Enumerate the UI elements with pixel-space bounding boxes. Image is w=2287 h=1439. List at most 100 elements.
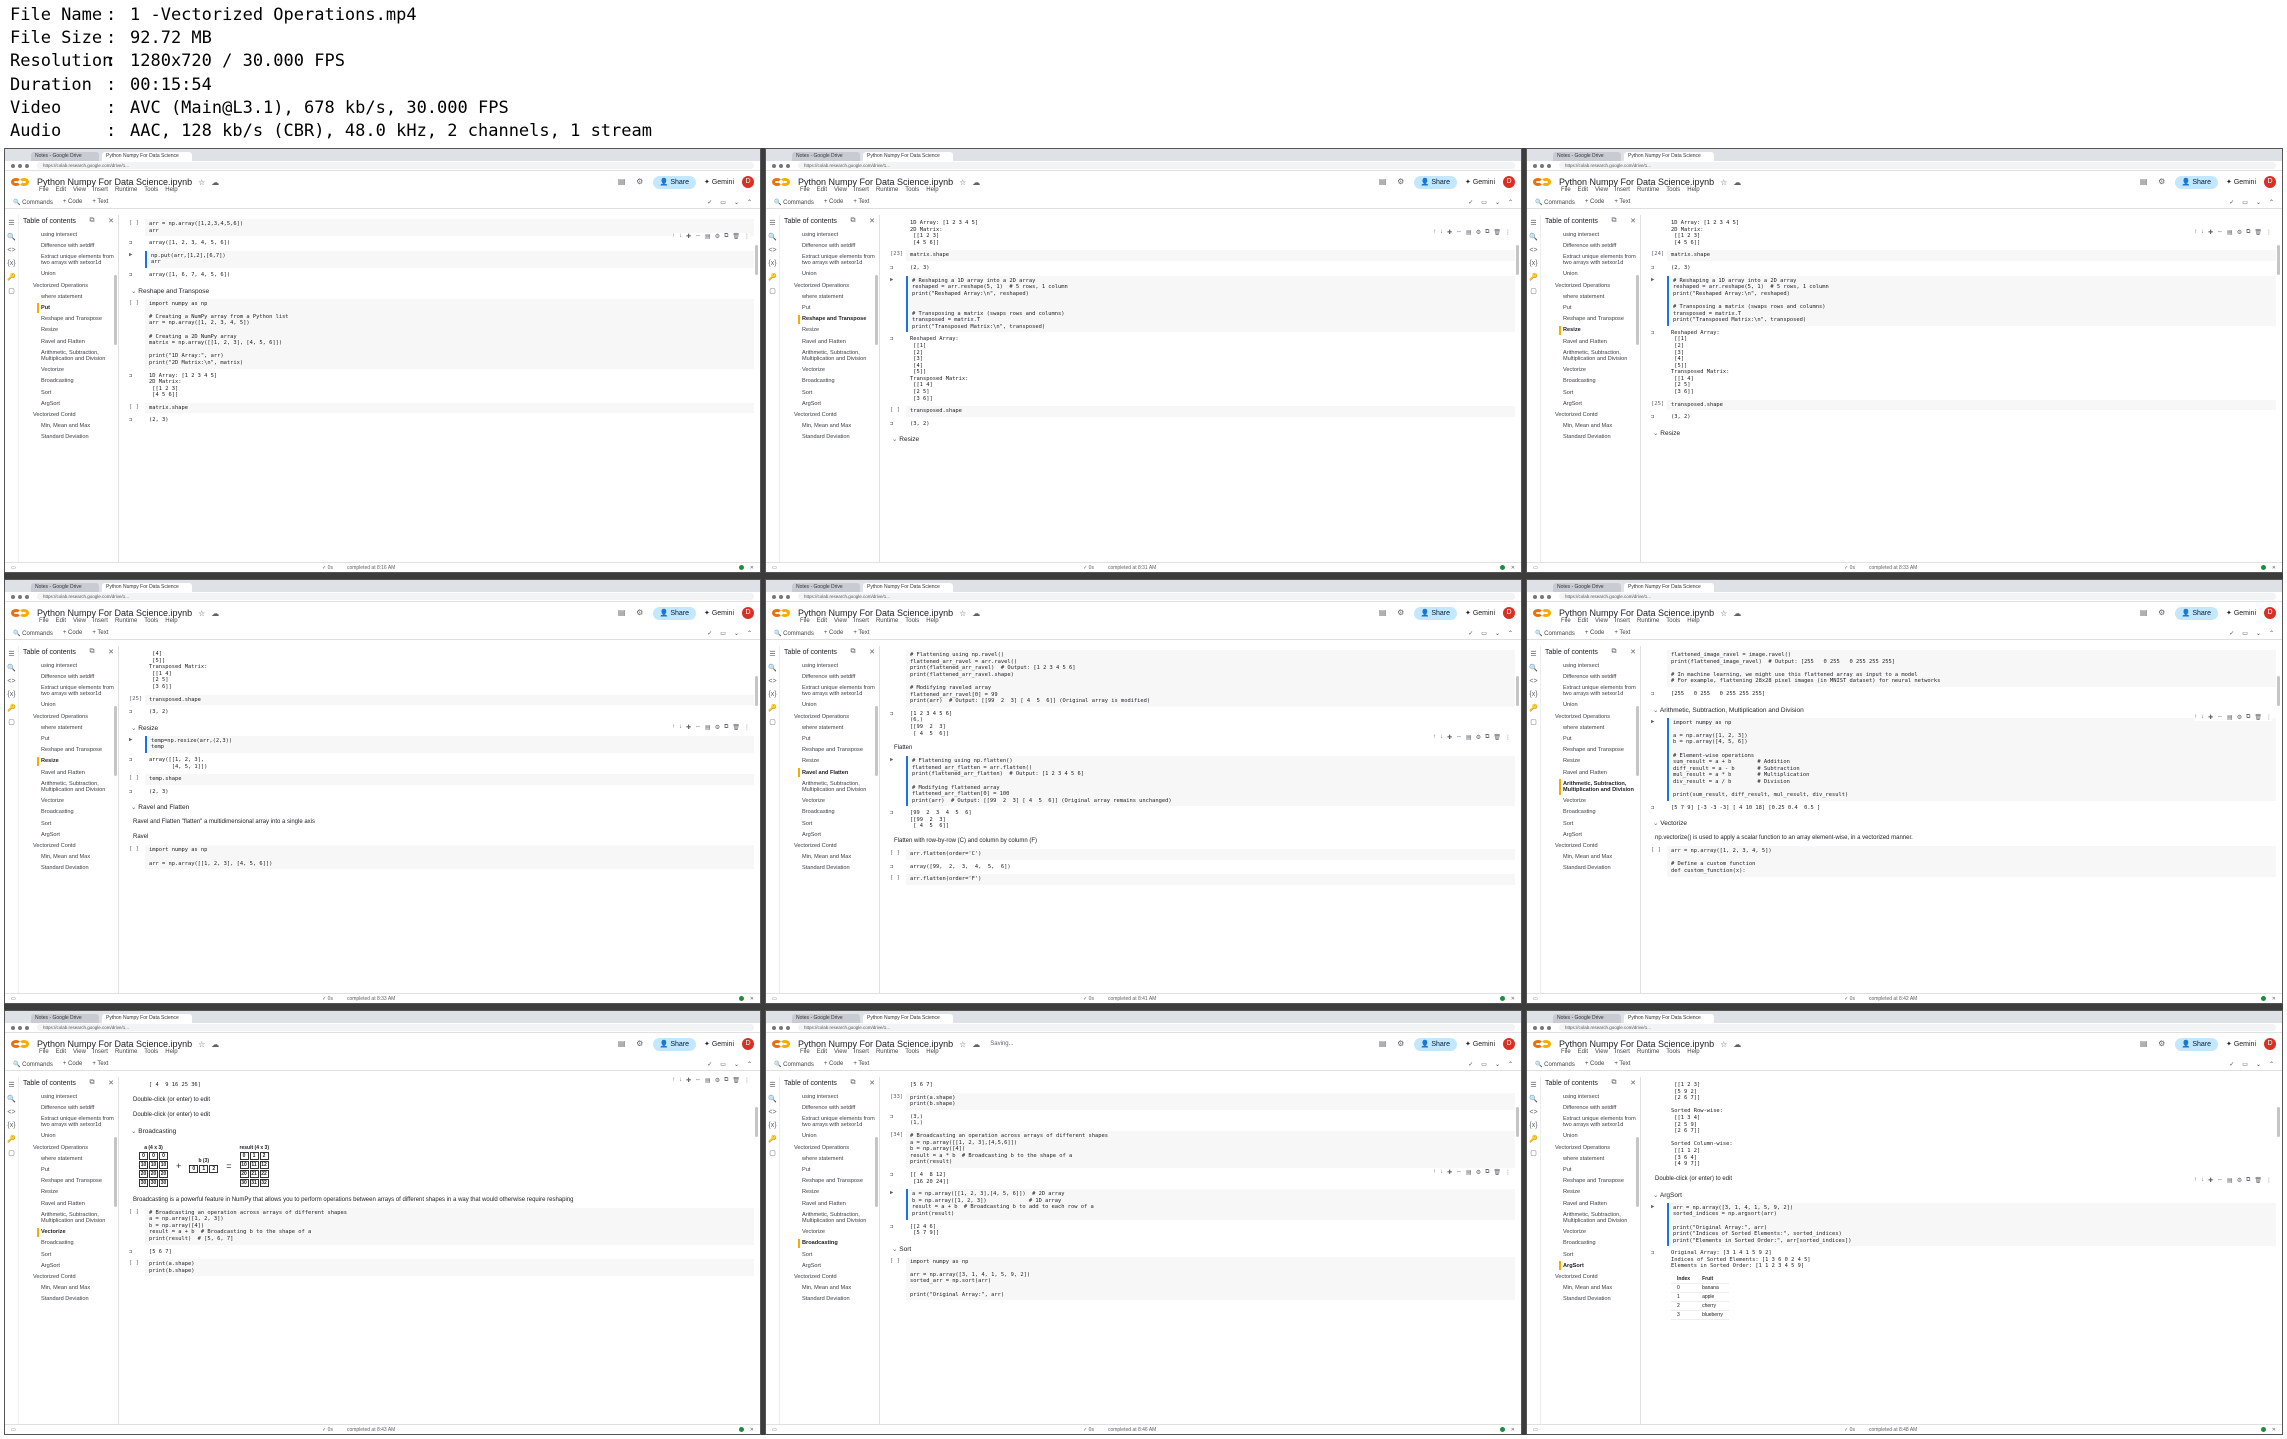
gemini-button[interactable]: ✦ Gemini: [704, 1040, 734, 1048]
browser-tab[interactable]: Notes - Google Drive: [1553, 1014, 1621, 1023]
toc-item[interactable]: where statement: [780, 291, 879, 302]
ram-disk-indicator[interactable]: ▭: [2242, 630, 2248, 637]
code-editor[interactable]: matrix.shape: [1667, 250, 2276, 261]
editor-scrollbar[interactable]: [1516, 676, 1519, 706]
comment-icon[interactable]: ▤: [1378, 1039, 1388, 1049]
secrets-key-icon[interactable]: 🔑: [1529, 1135, 1538, 1143]
toc-scrollbar[interactable]: [875, 1137, 878, 1207]
drive-icon[interactable]: ☁: [972, 178, 980, 187]
menu-item[interactable]: File: [39, 618, 49, 627]
run-cell-button[interactable]: [33]: [890, 1093, 906, 1110]
add-code-button[interactable]: + Code: [824, 630, 844, 636]
share-button[interactable]: 👤 Share: [1413, 606, 1458, 620]
section-heading[interactable]: Ravel and Flatten: [129, 799, 754, 815]
menu-item[interactable]: File: [800, 618, 810, 627]
code-snippets-icon[interactable]: <>: [7, 247, 15, 254]
code-editor[interactable]: import numpy as np arr = np.array([[1, 2…: [145, 845, 754, 870]
toc-item[interactable]: Union: [780, 700, 879, 711]
browser-tab[interactable]: Notes - Google Drive: [31, 1014, 99, 1023]
menu-item[interactable]: View: [1595, 187, 1608, 196]
variables-icon[interactable]: {x}: [768, 260, 776, 267]
settings-icon[interactable]: ⚙: [715, 233, 720, 240]
toc-item[interactable]: Resize: [19, 1187, 118, 1198]
link-icon[interactable]: ⇔: [2217, 714, 2223, 721]
toc-item[interactable]: Extract unique elements from two arrays …: [780, 1113, 879, 1130]
toc-item[interactable]: Difference with setdiff: [780, 671, 879, 682]
markdown-cell[interactable]: Flatten: [890, 741, 1515, 756]
chevron-down-icon[interactable]: ⌄: [734, 630, 739, 637]
toc-scrollbar[interactable]: [875, 275, 878, 345]
toc-item[interactable]: Difference with setdiff: [19, 671, 118, 682]
add-code-button[interactable]: + Code: [63, 630, 83, 636]
chevron-up-icon[interactable]: ⌃: [747, 1061, 752, 1068]
comment-icon[interactable]: ▤: [1466, 734, 1472, 741]
code-snippets-icon[interactable]: <>: [1529, 1109, 1537, 1116]
markdown-cell[interactable]: Double-click (or enter) to edit: [129, 1108, 754, 1123]
toc-item[interactable]: Ravel and Flatten: [1541, 1198, 1640, 1209]
toc-item[interactable]: Vectorized Contd: [780, 1271, 879, 1282]
menu-item[interactable]: View: [834, 1049, 847, 1058]
files-folder-icon[interactable]: ▢: [8, 1149, 15, 1157]
toc-item[interactable]: using intersect: [780, 229, 879, 240]
toc-item[interactable]: Arithmetic, Subtraction, Multiplication …: [780, 347, 879, 364]
toc-item[interactable]: Standard Deviation: [780, 432, 879, 443]
code-cell[interactable]: [ ] # Broadcasting an operation across ar…: [129, 1207, 754, 1245]
settings-gear-icon[interactable]: ⚙: [635, 177, 645, 187]
menu-item[interactable]: Tools: [144, 1049, 158, 1058]
mirror-icon[interactable]: ⧉: [1485, 1169, 1489, 1176]
menu-item[interactable]: Tools: [1666, 1049, 1680, 1058]
secrets-key-icon[interactable]: 🔑: [768, 704, 777, 712]
run-cell-button[interactable]: ▶: [129, 251, 145, 268]
close-icon[interactable]: ✕: [108, 217, 114, 225]
star-icon[interactable]: ☆: [959, 1040, 966, 1049]
browser-tab[interactable]: Python Numpy For Data Science: [1624, 1014, 1714, 1023]
ram-disk-indicator[interactable]: ▭: [1481, 199, 1487, 206]
menu-item[interactable]: Runtime: [1637, 187, 1659, 196]
code-editor[interactable]: a = np.array([[1, 2, 3],[4, 5, 6]]) # 2D…: [906, 1189, 1515, 1220]
more-options-icon[interactable]: ⋮: [744, 724, 750, 731]
toc-icon[interactable]: ☰: [769, 219, 775, 227]
toc-item[interactable]: Arithmetic, Subtraction, Multiplication …: [1541, 347, 1640, 364]
search-icon[interactable]: 🔍: [768, 233, 777, 241]
toc-item[interactable]: Union: [1541, 700, 1640, 711]
toc-item[interactable]: ArgSort: [780, 398, 879, 409]
mirror-icon[interactable]: ⧉: [724, 724, 728, 731]
settings-icon[interactable]: ⚙: [1476, 229, 1481, 236]
toc-item[interactable]: Vectorized Operations: [1541, 280, 1640, 291]
toc-item[interactable]: Ravel and Flatten: [1541, 767, 1640, 778]
nav-buttons[interactable]: [1533, 594, 1555, 599]
toc-item[interactable]: Vectorized Operations: [19, 711, 118, 722]
drive-icon[interactable]: ☁: [1733, 1040, 1741, 1049]
delete-icon[interactable]: 🗑: [1493, 1169, 1501, 1176]
nav-buttons[interactable]: [772, 1025, 794, 1030]
menu-item[interactable]: File: [1561, 187, 1571, 196]
share-button[interactable]: 👤 Share: [1413, 175, 1458, 189]
ram-disk-indicator[interactable]: ▭: [2242, 199, 2248, 206]
open-new-tab-icon[interactable]: ⧉: [1612, 648, 1617, 656]
nav-dot-icon[interactable]: [779, 594, 783, 599]
browser-tab[interactable]: Python Numpy For Data Science: [1624, 583, 1714, 592]
toc-item[interactable]: Arithmetic, Subtraction, Multiplication …: [780, 1209, 879, 1226]
url-field[interactable]: https://colab.research.google.com/drive/…: [1559, 162, 2276, 169]
commands-button[interactable]: 🔍 Commands: [13, 1061, 53, 1068]
menu-item[interactable]: Tools: [905, 1049, 919, 1058]
menu-item[interactable]: Runtime: [115, 618, 137, 627]
code-editor[interactable]: flattened_image_ravel = image.ravel() pr…: [1667, 650, 2276, 687]
link-icon[interactable]: ⇔: [695, 233, 701, 240]
toc-item[interactable]: Min, Mean and Max: [1541, 421, 1640, 432]
toc-item[interactable]: Broadcasting: [780, 807, 879, 818]
move-down-icon[interactable]: ↓: [679, 233, 682, 240]
open-new-tab-icon[interactable]: ⧉: [851, 1079, 856, 1087]
comment-icon[interactable]: ▤: [705, 1077, 711, 1084]
comment-icon[interactable]: ▤: [705, 233, 711, 240]
settings-icon[interactable]: ⚙: [1476, 734, 1481, 741]
toc-item[interactable]: Union: [780, 1131, 879, 1142]
move-up-icon[interactable]: ↑: [2194, 714, 2197, 721]
toc-item[interactable]: Difference with setdiff: [1541, 240, 1640, 251]
gemini-button[interactable]: ✦ Gemini: [704, 178, 734, 186]
toc-item[interactable]: Union: [1541, 269, 1640, 280]
commands-button[interactable]: 🔍 Commands: [774, 630, 814, 637]
code-cell[interactable]: [33] print(a.shape) print(b.shape): [890, 1092, 1515, 1110]
link-icon[interactable]: ⇔: [695, 1077, 701, 1084]
menu-item[interactable]: Edit: [1578, 187, 1588, 196]
